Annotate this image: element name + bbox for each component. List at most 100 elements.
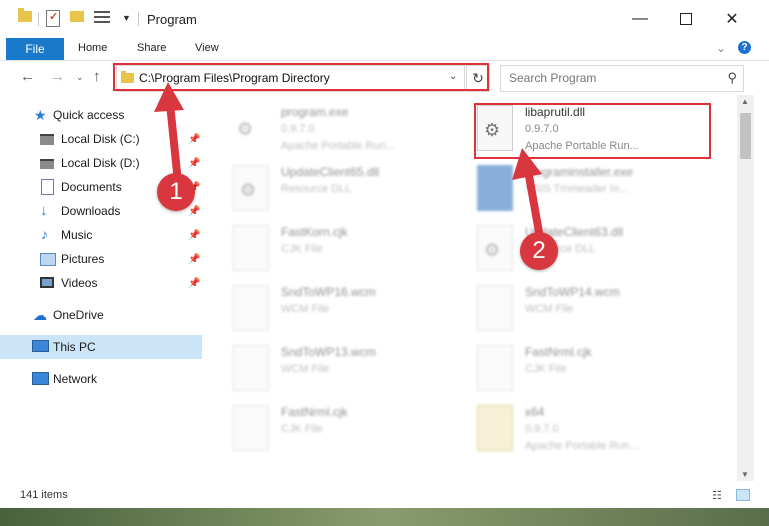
up-arrow-icon[interactable]: ↑ <box>93 68 101 85</box>
new-folder-icon[interactable] <box>70 11 84 22</box>
scroll-up-icon[interactable]: ▲ <box>741 97 749 106</box>
file-item[interactable]: SndToWP14.wcm WCM File <box>477 281 717 337</box>
file-name: programinstaller.exe <box>525 165 634 179</box>
sidebar-item-network[interactable]: Network <box>0 367 202 391</box>
search-icon[interactable]: ⚲ <box>727 70 737 86</box>
file-item[interactable]: SndToWP13.wcm WCM File <box>233 341 473 397</box>
file-type: Resource DLL <box>281 183 352 195</box>
star-icon: ★ <box>34 107 47 123</box>
sidebar-item-this-pc[interactable]: This PC <box>0 335 202 359</box>
file-item[interactable]: FastKorn.cjk CJK File <box>233 221 473 277</box>
pin-icon[interactable]: 📌 <box>188 230 200 241</box>
expand-ribbon-icon[interactable]: ⌄ <box>716 41 726 55</box>
address-dropdown-icon[interactable]: ⌄ <box>449 71 457 82</box>
pin-icon[interactable]: 📌 <box>188 134 200 145</box>
scrollbar-thumb[interactable] <box>740 113 751 159</box>
file-icon <box>477 285 513 331</box>
pictures-icon <box>40 253 56 266</box>
file-item-program-exe[interactable]: ⚙ program.exe 0.9.7.0 Apache Portable Ru… <box>233 101 473 157</box>
file-type: WCM File <box>281 303 330 315</box>
file-item[interactable]: FastNrml.cjk CJK File <box>477 341 717 397</box>
recent-locations-chevron-icon[interactable]: ⌄ <box>76 72 84 83</box>
file-version: 0.9.7.0 <box>281 123 315 135</box>
tab-share[interactable]: Share <box>137 42 166 54</box>
pin-icon[interactable]: 📌 <box>188 278 200 289</box>
tab-file[interactable]: File <box>6 38 64 60</box>
details-view-icon[interactable]: ☷ <box>712 489 726 502</box>
folder-icon <box>121 71 134 83</box>
maximize-icon <box>680 13 692 25</box>
sidebar-item-local-disk-c[interactable]: Local Disk (C:) 📌 <box>0 127 202 151</box>
navigation-bar: ← → ⌄ ↑ C:\Program Files\Program Directo… <box>0 61 769 94</box>
file-item[interactable]: ⚙ UpdateClient63.dll Resource DLL <box>477 221 717 277</box>
pin-icon[interactable]: 📌 <box>188 254 200 265</box>
file-list: ⚙ program.exe 0.9.7.0 Apache Portable Ru… <box>205 95 737 481</box>
back-arrow-icon[interactable]: ← <box>20 68 35 85</box>
address-bar[interactable]: C:\Program Files\Program Directory ⌄ <box>116 65 465 92</box>
file-item[interactable]: ⚙ UpdateClient65.dll Resource DLL <box>233 161 473 217</box>
exe-icon: ⚙ <box>237 119 254 139</box>
sidebar-item-local-disk-d[interactable]: Local Disk (D:) 📌 <box>0 151 202 175</box>
title-bar: ▼ Program — ✕ <box>0 0 769 38</box>
search-box[interactable]: Search Program ⚲ <box>500 65 744 92</box>
sidebar-item-label: Documents <box>61 180 122 194</box>
sidebar-item-quick-access[interactable]: ★ Quick access <box>0 103 202 127</box>
sidebar-item-label: Videos <box>61 276 98 290</box>
file-item[interactable]: SndToWP16.wcm WCM File <box>233 281 473 337</box>
forward-arrow-icon[interactable]: → <box>50 68 65 85</box>
sidebar-item-videos[interactable]: Videos 📌 <box>0 271 202 295</box>
close-icon: ✕ <box>725 11 739 28</box>
search-placeholder[interactable]: Search Program <box>509 71 596 85</box>
sidebar-item-onedrive[interactable]: ☁ OneDrive <box>0 303 202 327</box>
help-icon[interactable]: ? <box>738 41 751 54</box>
step-1-badge: 1 <box>157 173 195 211</box>
properties-icon[interactable] <box>46 10 60 27</box>
sidebar-item-label: Downloads <box>61 204 121 218</box>
file-name: UpdateClient65.dll <box>281 165 380 179</box>
file-icon <box>233 225 269 271</box>
quick-access-toolbar-dropdown-icon[interactable]: ▼ <box>122 13 131 23</box>
sidebar-item-pictures[interactable]: Pictures 📌 <box>0 247 202 271</box>
file-name: x64 <box>525 405 545 419</box>
status-bar: 141 items ☷ <box>0 483 769 508</box>
pin-icon[interactable]: 📌 <box>188 158 200 169</box>
address-path[interactable]: C:\Program Files\Program Directory <box>139 71 330 85</box>
file-item[interactable]: FastNrml.cjk CJK File <box>233 401 473 457</box>
close-button[interactable]: ✕ <box>709 0 755 38</box>
tab-view[interactable]: View <box>195 42 219 54</box>
documents-icon <box>41 179 54 195</box>
file-item-libaprutil-dll[interactable]: ⚙ libaprutil.dll 0.9.7.0 Apache Portable… <box>477 101 717 157</box>
file-name: SndToWP14.wcm <box>525 285 620 299</box>
view-options-icon[interactable] <box>94 11 110 23</box>
tab-home[interactable]: Home <box>78 42 107 54</box>
divider <box>38 12 39 26</box>
file-type: WCM File <box>525 303 574 315</box>
minimize-button[interactable]: — <box>617 0 663 38</box>
folder-icon <box>18 8 32 22</box>
divider <box>138 12 139 26</box>
file-description: Apache Portable Run... <box>525 440 639 452</box>
file-type: NSIS Tmmeader In... <box>525 183 629 195</box>
item-count: 141 items <box>20 489 68 501</box>
network-icon <box>32 372 49 385</box>
scroll-down-icon[interactable]: ▼ <box>741 470 749 479</box>
disk-icon <box>40 134 54 145</box>
file-version: 0.9.7.0 <box>525 123 559 135</box>
maximize-button[interactable] <box>663 0 709 38</box>
computer-icon <box>32 340 49 352</box>
file-type: CJK File <box>281 243 323 255</box>
sidebar-item-label: Network <box>53 372 98 386</box>
large-icons-view-icon[interactable] <box>736 489 750 501</box>
sidebar-item-label: Quick access <box>53 108 125 122</box>
file-item[interactable]: x64 0.9.7.0 Apache Portable Run... <box>477 401 717 457</box>
file-type: WCM File <box>281 363 330 375</box>
desktop-background <box>0 508 769 526</box>
file-item[interactable]: programinstaller.exe NSIS Tmmeader In... <box>477 161 717 217</box>
pin-icon[interactable]: 📌 <box>188 206 200 217</box>
vertical-scrollbar[interactable]: ▲ ▼ <box>737 95 754 481</box>
sidebar-item-label: Music <box>61 228 93 242</box>
dll-file-icon: ⚙ <box>477 105 513 151</box>
file-name: SndToWP16.wcm <box>281 285 376 299</box>
refresh-button[interactable]: ↻ <box>466 65 490 92</box>
sidebar-item-music[interactable]: ♪ Music 📌 <box>0 223 202 247</box>
